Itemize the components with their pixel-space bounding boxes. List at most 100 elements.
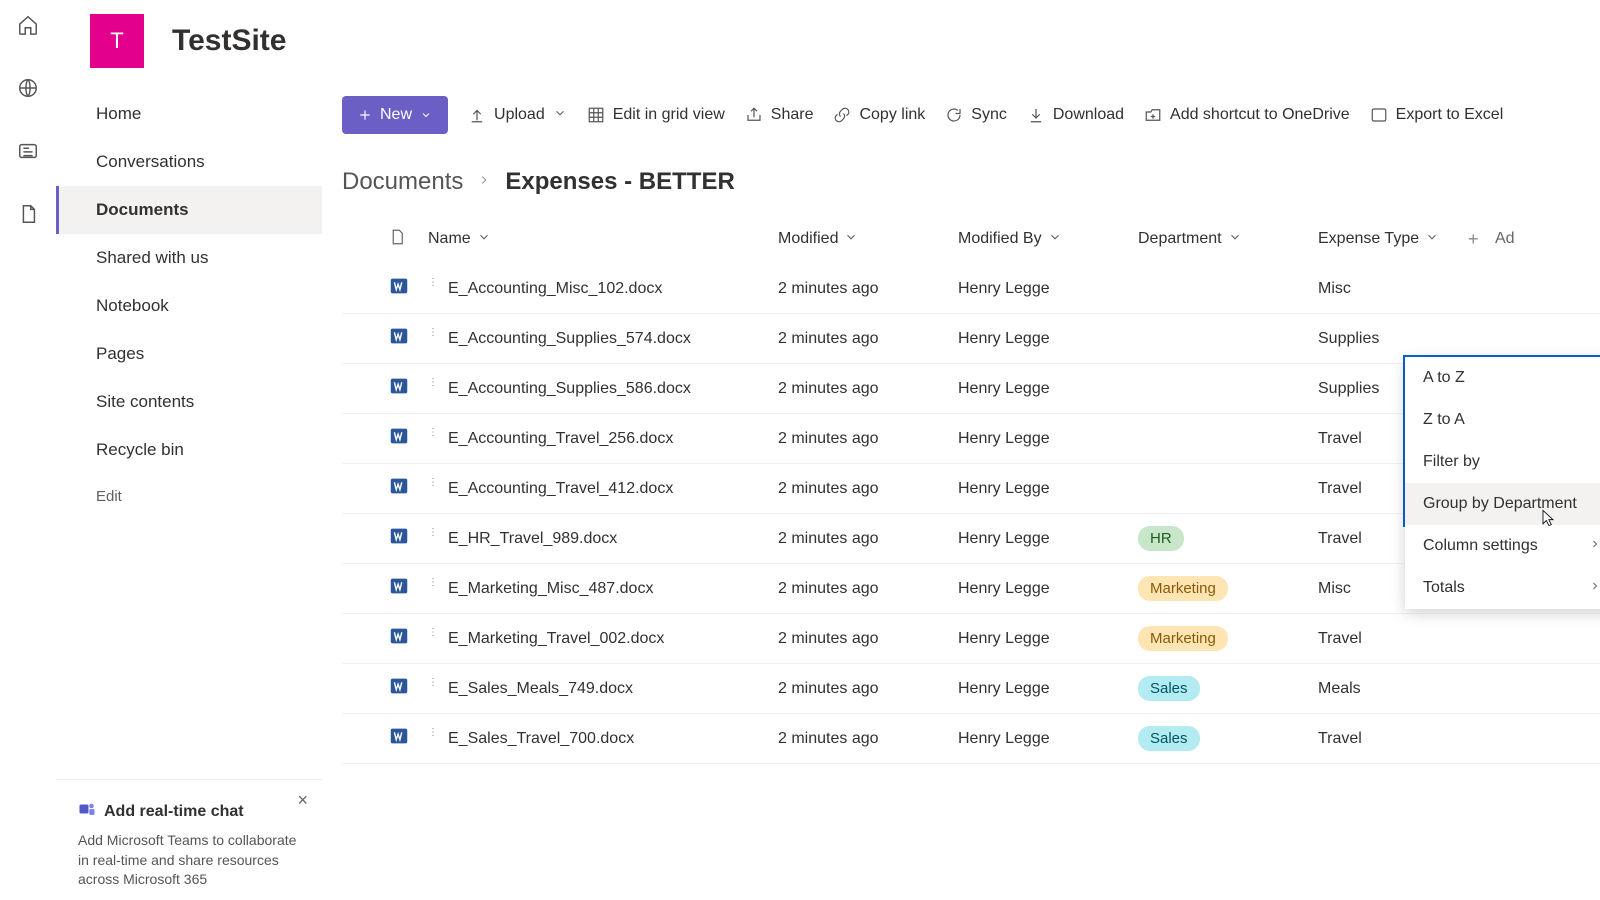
copy-link-button[interactable]: Copy link — [833, 106, 925, 124]
table-row[interactable]: ⋮E_Sales_Meals_749.docx2 minutes agoHenr… — [342, 664, 1600, 714]
file-icon[interactable] — [17, 203, 39, 230]
modified-cell: 2 minutes ago — [778, 530, 958, 548]
modified-by-cell[interactable]: Henry Legge — [958, 730, 1138, 748]
file-name[interactable]: E_HR_Travel_989.docx — [448, 530, 617, 548]
table-row[interactable]: ⋮E_Marketing_Travel_002.docx2 minutes ag… — [342, 614, 1600, 664]
main-region: New Upload Edit in grid view Share Copy … — [322, 82, 1600, 900]
word-doc-icon — [388, 475, 428, 502]
nav-item-notebook[interactable]: Notebook — [56, 282, 322, 330]
globe-icon[interactable] — [17, 77, 39, 104]
word-doc-icon — [388, 575, 428, 602]
chevron-down-icon — [1425, 230, 1439, 249]
column-dropdown-menu: A to Z Z to A Filter by Group by Departm… — [1405, 357, 1600, 609]
modified-cell: 2 minutes ago — [778, 680, 958, 698]
file-name[interactable]: E_Accounting_Travel_256.docx — [448, 430, 673, 448]
nav-edit-link[interactable]: Edit — [56, 474, 322, 519]
export-excel-button[interactable]: Export to Excel — [1370, 106, 1504, 124]
modified-by-cell[interactable]: Henry Legge — [958, 330, 1138, 348]
column-header-modified[interactable]: Modified — [778, 230, 958, 249]
modified-cell: 2 minutes ago — [778, 280, 958, 298]
new-indicator-icon: ⋮ — [428, 527, 438, 538]
file-name[interactable]: E_Marketing_Travel_002.docx — [448, 630, 664, 648]
modified-by-cell[interactable]: Henry Legge — [958, 280, 1138, 298]
word-doc-icon — [388, 375, 428, 402]
column-header-department[interactable]: Department — [1138, 230, 1318, 249]
site-title[interactable]: TestSite — [172, 24, 286, 58]
modified-cell: 2 minutes ago — [778, 630, 958, 648]
column-header-expense-type[interactable]: Expense Type — [1318, 230, 1468, 249]
modified-by-cell[interactable]: Henry Legge — [958, 630, 1138, 648]
modified-cell: 2 minutes ago — [778, 330, 958, 348]
download-button[interactable]: Download — [1027, 106, 1124, 124]
new-indicator-icon: ⋮ — [428, 727, 438, 738]
modified-cell: 2 minutes ago — [778, 480, 958, 498]
word-doc-icon — [388, 725, 428, 752]
nav-item-pages[interactable]: Pages — [56, 330, 322, 378]
nav-item-shared-with-us[interactable]: Shared with us — [56, 234, 322, 282]
new-indicator-icon: ⋮ — [428, 277, 438, 288]
new-indicator-icon: ⋮ — [428, 377, 438, 388]
close-icon[interactable]: × — [297, 790, 308, 811]
nav-item-documents[interactable]: Documents — [56, 186, 322, 234]
share-button[interactable]: Share — [745, 106, 814, 124]
modified-by-cell[interactable]: Henry Legge — [958, 480, 1138, 498]
news-icon[interactable] — [17, 140, 39, 167]
teams-icon — [78, 800, 96, 823]
nav-item-home[interactable]: Home — [56, 90, 322, 138]
menu-sort-az[interactable]: A to Z — [1405, 357, 1600, 399]
nav-item-conversations[interactable]: Conversations — [56, 138, 322, 186]
word-doc-icon — [388, 275, 428, 302]
edit-grid-button[interactable]: Edit in grid view — [587, 106, 725, 124]
column-header-modified-by[interactable]: Modified By — [958, 230, 1138, 249]
menu-group-by-department[interactable]: Group by Department — [1405, 483, 1600, 525]
add-column-button[interactable]: + Ad — [1468, 229, 1538, 250]
modified-by-cell[interactable]: Henry Legge — [958, 380, 1138, 398]
home-icon[interactable] — [17, 14, 39, 41]
menu-filter-by[interactable]: Filter by — [1405, 441, 1600, 483]
add-shortcut-button[interactable]: Add shortcut to OneDrive — [1144, 106, 1350, 124]
department-pill: Sales — [1138, 676, 1200, 701]
new-button[interactable]: New — [342, 96, 448, 134]
expense-type-cell: Misc — [1318, 280, 1468, 298]
site-logo[interactable]: T — [90, 14, 144, 68]
nav-item-recycle-bin[interactable]: Recycle bin — [56, 426, 322, 474]
table-row[interactable]: ⋮ E_Accounting_Misc_102.docx 2 minutes ago… — [342, 264, 1600, 314]
nav-item-site-contents[interactable]: Site contents — [56, 378, 322, 426]
modified-by-cell[interactable]: Henry Legge — [958, 430, 1138, 448]
modified-by-cell[interactable]: Henry Legge — [958, 530, 1138, 548]
sync-button[interactable]: Sync — [945, 106, 1007, 124]
app-rail — [0, 0, 56, 900]
upload-button[interactable]: Upload — [468, 106, 567, 125]
department-cell: Marketing — [1138, 626, 1318, 651]
table-row[interactable]: ⋮E_Sales_Travel_700.docx2 minutes agoHen… — [342, 714, 1600, 764]
word-doc-icon — [388, 625, 428, 652]
file-name[interactable]: E_Accounting_Travel_412.docx — [448, 480, 673, 498]
menu-totals[interactable]: Totals — [1405, 567, 1600, 609]
new-indicator-icon: ⋮ — [428, 427, 438, 438]
file-name[interactable]: E_Marketing_Misc_487.docx — [448, 580, 653, 598]
expense-type-cell: Travel — [1318, 730, 1468, 748]
word-doc-icon — [388, 325, 428, 352]
modified-cell: 2 minutes ago — [778, 430, 958, 448]
new-indicator-icon: ⋮ — [428, 327, 438, 338]
file-name[interactable]: E_Accounting_Misc_102.docx — [448, 280, 662, 298]
menu-column-settings[interactable]: Column settings — [1405, 525, 1600, 567]
breadcrumb: Documents Expenses - BETTER — [322, 148, 1600, 204]
chevron-right-icon — [477, 173, 491, 192]
promo-title: Add real-time chat — [104, 803, 244, 821]
modified-by-cell[interactable]: Henry Legge — [958, 580, 1138, 598]
chevron-right-icon — [1589, 537, 1600, 555]
file-name[interactable]: E_Accounting_Supplies_586.docx — [448, 380, 691, 398]
column-header-name[interactable]: Name — [428, 230, 778, 249]
new-button-label: New — [380, 106, 412, 124]
promo-body: Add Microsoft Teams to collaborate in re… — [78, 831, 300, 890]
file-name[interactable]: E_Accounting_Supplies_574.docx — [448, 330, 691, 348]
modified-by-cell[interactable]: Henry Legge — [958, 680, 1138, 698]
file-name[interactable]: E_Sales_Meals_749.docx — [448, 680, 633, 698]
department-cell: Sales — [1138, 676, 1318, 701]
department-pill: Marketing — [1138, 626, 1228, 651]
menu-sort-za[interactable]: Z to A — [1405, 399, 1600, 441]
breadcrumb-root[interactable]: Documents — [342, 168, 463, 196]
file-name[interactable]: E_Sales_Travel_700.docx — [448, 730, 634, 748]
breadcrumb-current: Expenses - BETTER — [505, 168, 734, 196]
